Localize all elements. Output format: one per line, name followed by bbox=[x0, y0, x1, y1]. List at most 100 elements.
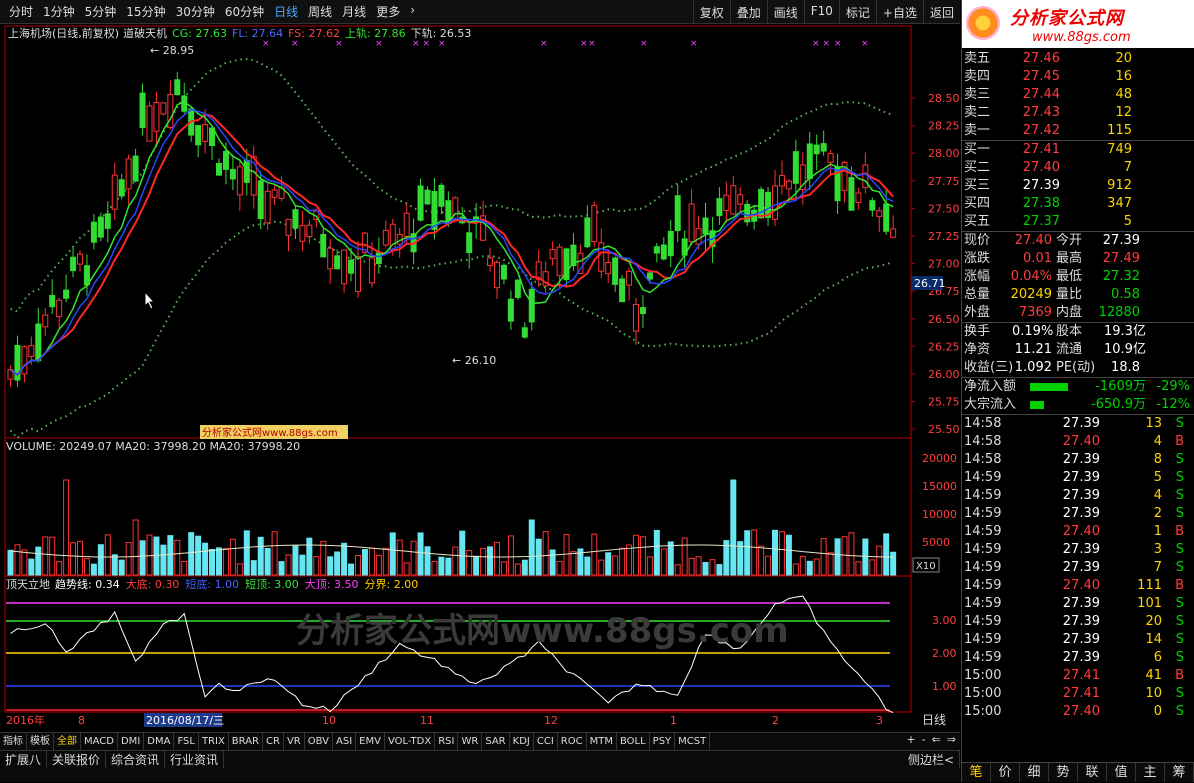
indicator-tab-3[interactable]: MACD bbox=[81, 733, 118, 750]
indicator-tab-13[interactable]: EMV bbox=[356, 733, 385, 750]
indicator-tab-15[interactable]: RSI bbox=[435, 733, 459, 750]
volume-bar bbox=[229, 538, 236, 576]
indicator-tab-21[interactable]: MTM bbox=[587, 733, 617, 750]
tick-time: 14:59 bbox=[964, 542, 1002, 557]
tick-row: 14:58 27.39 8 S bbox=[962, 451, 1194, 469]
zoom-button-1[interactable]: - bbox=[922, 733, 926, 746]
candle-body bbox=[202, 124, 209, 142]
price-tick-label: 26.25 bbox=[928, 340, 960, 353]
order-volume: 48 bbox=[1115, 87, 1132, 102]
signal-mark: × bbox=[588, 39, 596, 49]
indicator-tab-6[interactable]: FSL bbox=[174, 733, 199, 750]
candle-body bbox=[466, 232, 473, 254]
sidebar-toggle[interactable]: 侧边栏< bbox=[903, 751, 960, 768]
indicator-tab-24[interactable]: MCST bbox=[675, 733, 711, 750]
info-tab-1[interactable]: 关联报价 bbox=[47, 751, 107, 768]
zoom-button-2[interactable]: ⇐ bbox=[932, 733, 941, 746]
indicator-tab-17[interactable]: SAR bbox=[482, 733, 510, 750]
period-tab-0[interactable]: 分时 bbox=[4, 3, 38, 20]
volume-bar bbox=[584, 556, 591, 576]
volume-bar bbox=[556, 560, 563, 576]
period-tab-7[interactable]: 周线 bbox=[303, 3, 337, 20]
volume-bar bbox=[778, 531, 785, 576]
indicator-tab-23[interactable]: PSY bbox=[650, 733, 676, 750]
cursor-price: 26.71 bbox=[914, 277, 946, 290]
zoom-button-0[interactable]: + bbox=[906, 733, 915, 746]
candle-body bbox=[97, 216, 104, 238]
indicator-tab-11[interactable]: OBV bbox=[305, 733, 333, 750]
period-tab-4[interactable]: 30分钟 bbox=[171, 3, 220, 20]
indicator-tab-12[interactable]: ASI bbox=[333, 733, 357, 750]
period-tab-1[interactable]: 1分钟 bbox=[38, 3, 80, 20]
order-row: 卖二 27.43 12 bbox=[962, 104, 1194, 122]
order-row: 卖五 27.46 20 bbox=[962, 50, 1194, 68]
tick-side: S bbox=[1175, 650, 1184, 665]
zoom-button-3[interactable]: ⇒ bbox=[947, 733, 956, 746]
right-tab-1[interactable]: 价 bbox=[991, 763, 1020, 782]
tool-button-1[interactable]: 叠加 bbox=[729, 0, 767, 24]
volume-bar bbox=[188, 532, 195, 576]
indicator-tab-10[interactable]: VR bbox=[284, 733, 305, 750]
tool-button-5[interactable]: +自选 bbox=[875, 0, 923, 24]
right-tab-6[interactable]: 主 bbox=[1136, 763, 1165, 782]
period-tab-2[interactable]: 5分钟 bbox=[80, 3, 122, 20]
period-tab-10[interactable]: › bbox=[405, 3, 420, 20]
volume-bar bbox=[459, 530, 466, 576]
kline-chart[interactable]: 28.5028.2528.0027.7527.5027.2527.0026.75… bbox=[0, 24, 960, 732]
indicator-tab-18[interactable]: KDJ bbox=[510, 733, 534, 750]
right-tab-3[interactable]: 势 bbox=[1049, 763, 1078, 782]
tool-button-0[interactable]: 复权 bbox=[692, 0, 730, 24]
tick-volume: 8 bbox=[1153, 452, 1162, 467]
indicator-tab-16[interactable]: WR bbox=[458, 733, 483, 750]
tool-button-6[interactable]: 返回 bbox=[922, 0, 960, 24]
tool-button-3[interactable]: F10 bbox=[803, 0, 839, 24]
period-tab-5[interactable]: 60分钟 bbox=[220, 3, 269, 20]
info-tab-3[interactable]: 行业资讯 bbox=[165, 751, 225, 768]
indicator-tab-4[interactable]: DMI bbox=[118, 733, 145, 750]
right-tab-0[interactable]: 笔 bbox=[962, 763, 991, 782]
indicator-tab-19[interactable]: CCI bbox=[534, 733, 558, 750]
candle-body bbox=[153, 102, 160, 132]
indicator-tab-22[interactable]: BOLL bbox=[617, 733, 650, 750]
candle-body bbox=[827, 153, 834, 163]
volume-bar bbox=[674, 564, 681, 576]
period-tab-3[interactable]: 15分钟 bbox=[121, 3, 170, 20]
indicator-tab-7[interactable]: TRIX bbox=[199, 733, 229, 750]
indicator-tab-1[interactable]: 模板 bbox=[27, 733, 54, 750]
info-tab-0[interactable]: 扩展八 bbox=[0, 751, 48, 768]
tick-time: 14:59 bbox=[964, 614, 1002, 629]
tick-time: 14:59 bbox=[964, 632, 1002, 647]
indicator-tab-5[interactable]: DMA bbox=[144, 733, 175, 750]
volume-bar bbox=[313, 556, 320, 576]
indicator-tab-8[interactable]: BRAR bbox=[229, 733, 263, 750]
indicator-tab-20[interactable]: ROC bbox=[558, 733, 587, 750]
right-tab-5[interactable]: 值 bbox=[1107, 763, 1136, 782]
price-tick-label: 27.50 bbox=[928, 202, 960, 215]
right-tab-7[interactable]: 筹 bbox=[1165, 763, 1194, 782]
right-tab-2[interactable]: 细 bbox=[1020, 763, 1049, 782]
order-row: 买四 27.38 347 bbox=[962, 195, 1194, 213]
indicator-tab-0[interactable]: 指标 bbox=[0, 733, 27, 750]
stat-label: 流通 bbox=[1056, 342, 1083, 357]
tool-button-2[interactable]: 画线 bbox=[766, 0, 804, 24]
period-tab-6[interactable]: 日线 bbox=[269, 3, 303, 20]
flow-bar bbox=[1030, 383, 1069, 391]
indicator-tab-14[interactable]: VOL-TDX bbox=[385, 733, 436, 750]
chart-area[interactable]: 28.50 28.25 28.00 27.75 27.50 27.25 27.00 26.75… bbox=[0, 24, 960, 746]
volume-bar bbox=[285, 554, 292, 576]
volume-tick-label: 10000 bbox=[922, 508, 957, 521]
info-tab-2[interactable]: 综合资讯 bbox=[106, 751, 166, 768]
tool-button-4[interactable]: 标记 bbox=[838, 0, 876, 24]
ma-line bbox=[9, 113, 894, 377]
period-tab-8[interactable]: 月线 bbox=[337, 3, 371, 20]
volume-bar bbox=[216, 547, 222, 576]
signal-mark: × bbox=[262, 39, 270, 49]
signal-mark: × bbox=[438, 39, 446, 49]
order-price: 27.44 bbox=[1022, 87, 1060, 102]
indicator-tab-9[interactable]: CR bbox=[263, 733, 284, 750]
tick-time: 14:59 bbox=[964, 524, 1002, 539]
indicator-tab-2[interactable]: 全部 bbox=[54, 733, 81, 750]
tick-volume: 20 bbox=[1145, 614, 1162, 629]
right-tab-4[interactable]: 联 bbox=[1078, 763, 1107, 782]
period-tab-9[interactable]: 更多 bbox=[371, 3, 405, 20]
